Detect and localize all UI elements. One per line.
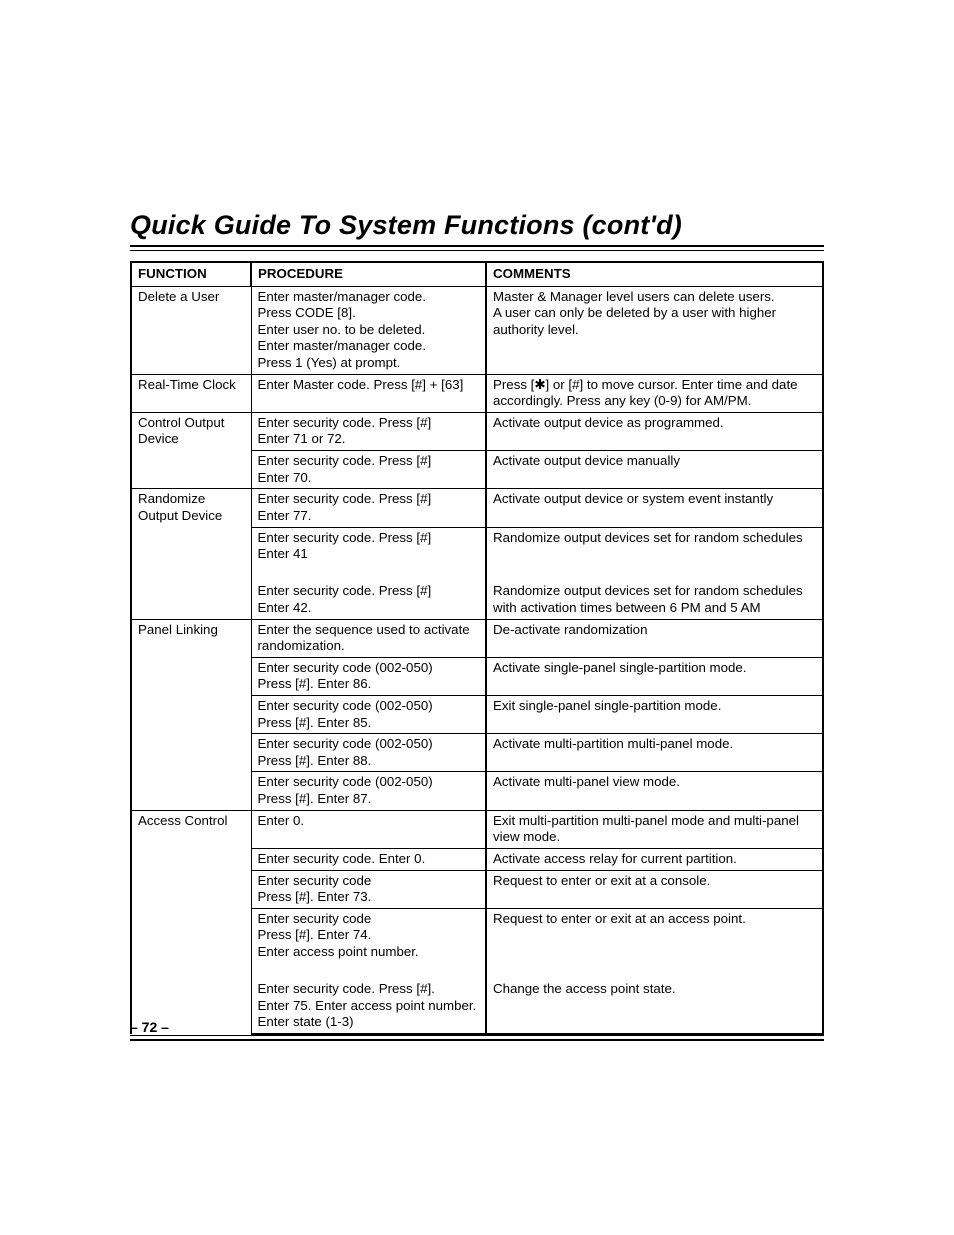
cell-comments: Activate multi-partition multi-panel mod… [486,734,823,772]
proc-line: Press 1 (Yes) at prompt. [258,355,401,370]
cell-comments: Activate access relay for current partit… [486,848,823,870]
proc-line: Enter 41 [258,546,308,561]
proc-line: Press [#]. Enter 74. [258,927,372,942]
comment-line: Master & Manager level users can delete … [493,289,775,304]
table-header-row: FUNCTION PROCEDURE COMMENTS [131,262,823,286]
page-title: Quick Guide To System Functions (cont'd) [130,210,824,241]
proc-line: Enter security code. Press [#] [258,491,432,506]
proc-line: Enter security code (002-050) [258,774,433,789]
proc-line: Enter 75. Enter access point number. [258,998,477,1013]
cell-procedure: Enter security code (002-050) Press [#].… [251,734,486,772]
proc-line: Enter security code. Press [#] [258,530,432,545]
proc-line: Enter security code (002-050) [258,736,433,751]
cell-comments: Request to enter or exit at an access po… [486,908,823,979]
cell-comments: Request to enter or exit at a console. [486,870,823,908]
proc-line: Press [#]. Enter 86. [258,676,372,691]
cell-comments: Activate output device as programmed. [486,412,823,450]
proc-line: Enter 70. [258,470,312,485]
cell-procedure: Enter security code. Press [#] Enter 42. [251,581,486,619]
title-underline [130,245,824,251]
header-function: FUNCTION [131,262,251,286]
cell-comments: Randomize output devices set for random … [486,581,823,619]
proc-line: Enter master/manager code. [258,338,427,353]
proc-line: Enter master/manager code. [258,289,427,304]
cell-procedure: Enter 0. [251,810,486,848]
cell-procedure: Enter security code. Press [#] Enter 77. [251,489,486,527]
cell-procedure: Enter security code (002-050) Press [#].… [251,657,486,695]
cell-procedure: Enter security code. Press [#] Enter 70. [251,451,486,489]
cell-procedure: Enter security code (002-050) Press [#].… [251,696,486,734]
proc-line: Press CODE [8]. [258,305,356,320]
cell-procedure: Enter security code. Press [#]. Enter 75… [251,979,486,1034]
proc-line: Enter access point number. [258,944,419,959]
proc-line: Enter security code [258,873,372,888]
cell-procedure: Enter the sequence used to activate rand… [251,619,486,657]
proc-line: Press [#]. Enter 88. [258,753,372,768]
cell-procedure: Enter security code. Enter 0. [251,848,486,870]
cell-comments: Activate output device manually [486,451,823,489]
cell-function: Real-Time Clock [131,374,251,412]
cell-procedure: Enter security code (002-050) Press [#].… [251,772,486,810]
table-row: Control Output Device Enter security cod… [131,412,823,450]
proc-line: Enter security code (002-050) [258,698,433,713]
table-row: Randomize Output Device Enter security c… [131,489,823,527]
cell-comments: Activate multi-panel view mode. [486,772,823,810]
cell-procedure: Enter master/manager code. Press CODE [8… [251,286,486,374]
bottom-rule [130,1035,824,1041]
proc-line: Press [#]. Enter 73. [258,889,372,904]
cell-procedure: Enter security code. Press [#] Enter 41 [251,527,486,581]
proc-line: Enter 42. [258,600,312,615]
header-comments: COMMENTS [486,262,823,286]
proc-line: Enter 77. [258,508,312,523]
cell-comments: Press [✱] or [#] to move cursor. Enter t… [486,374,823,412]
table-row: Access Control Enter 0. Exit multi-parti… [131,810,823,848]
proc-line: Enter security code [258,911,372,926]
cell-function: Control Output Device [131,412,251,488]
cell-function: Randomize Output Device [131,489,251,619]
proc-line: Press [#]. Enter 87. [258,791,372,806]
cell-comments: Activate single-panel single-partition m… [486,657,823,695]
cell-comments: Activate output device or system event i… [486,489,823,527]
proc-line: Enter security code. Press [#]. [258,981,435,996]
comment-line: A user can only be deleted by a user wit… [493,305,776,337]
header-procedure: PROCEDURE [251,262,486,286]
cell-comments: Randomize output devices set for random … [486,527,823,581]
proc-line: Enter security code (002-050) [258,660,433,675]
cell-function: Panel Linking [131,619,251,810]
cell-procedure: Enter security code. Press [#] Enter 71 … [251,412,486,450]
cell-comments: De-activate randomization [486,619,823,657]
proc-line: Enter user no. to be deleted. [258,322,426,337]
cell-comments: Master & Manager level users can delete … [486,286,823,374]
cell-comments: Exit multi-partition multi-panel mode an… [486,810,823,848]
cell-function: Delete a User [131,286,251,374]
cell-comments: Exit single-panel single-partition mode. [486,696,823,734]
proc-line: Enter 71 or 72. [258,431,346,446]
proc-line: Enter security code. Press [#] [258,415,432,430]
cell-procedure: Enter security code Press [#]. Enter 74.… [251,908,486,979]
page-number: – 72 – [130,1019,169,1035]
table-row: Panel Linking Enter the sequence used to… [131,619,823,657]
proc-line: Enter security code. Press [#] [258,583,432,598]
table-row: Real-Time Clock Enter Master code. Press… [131,374,823,412]
table-row: Delete a User Enter master/manager code.… [131,286,823,374]
proc-line: Enter security code. Press [#] [258,453,432,468]
cell-procedure: Enter security code Press [#]. Enter 73. [251,870,486,908]
functions-table: FUNCTION PROCEDURE COMMENTS Delete a Use… [130,261,824,1035]
proc-line: Enter state (1-3) [258,1014,354,1029]
cell-comments: Change the access point state. [486,979,823,1034]
proc-line: Press [#]. Enter 85. [258,715,372,730]
document-page: Quick Guide To System Functions (cont'd)… [0,0,954,1235]
cell-function: Access Control [131,810,251,1034]
cell-procedure: Enter Master code. Press [#] + [63] [251,374,486,412]
